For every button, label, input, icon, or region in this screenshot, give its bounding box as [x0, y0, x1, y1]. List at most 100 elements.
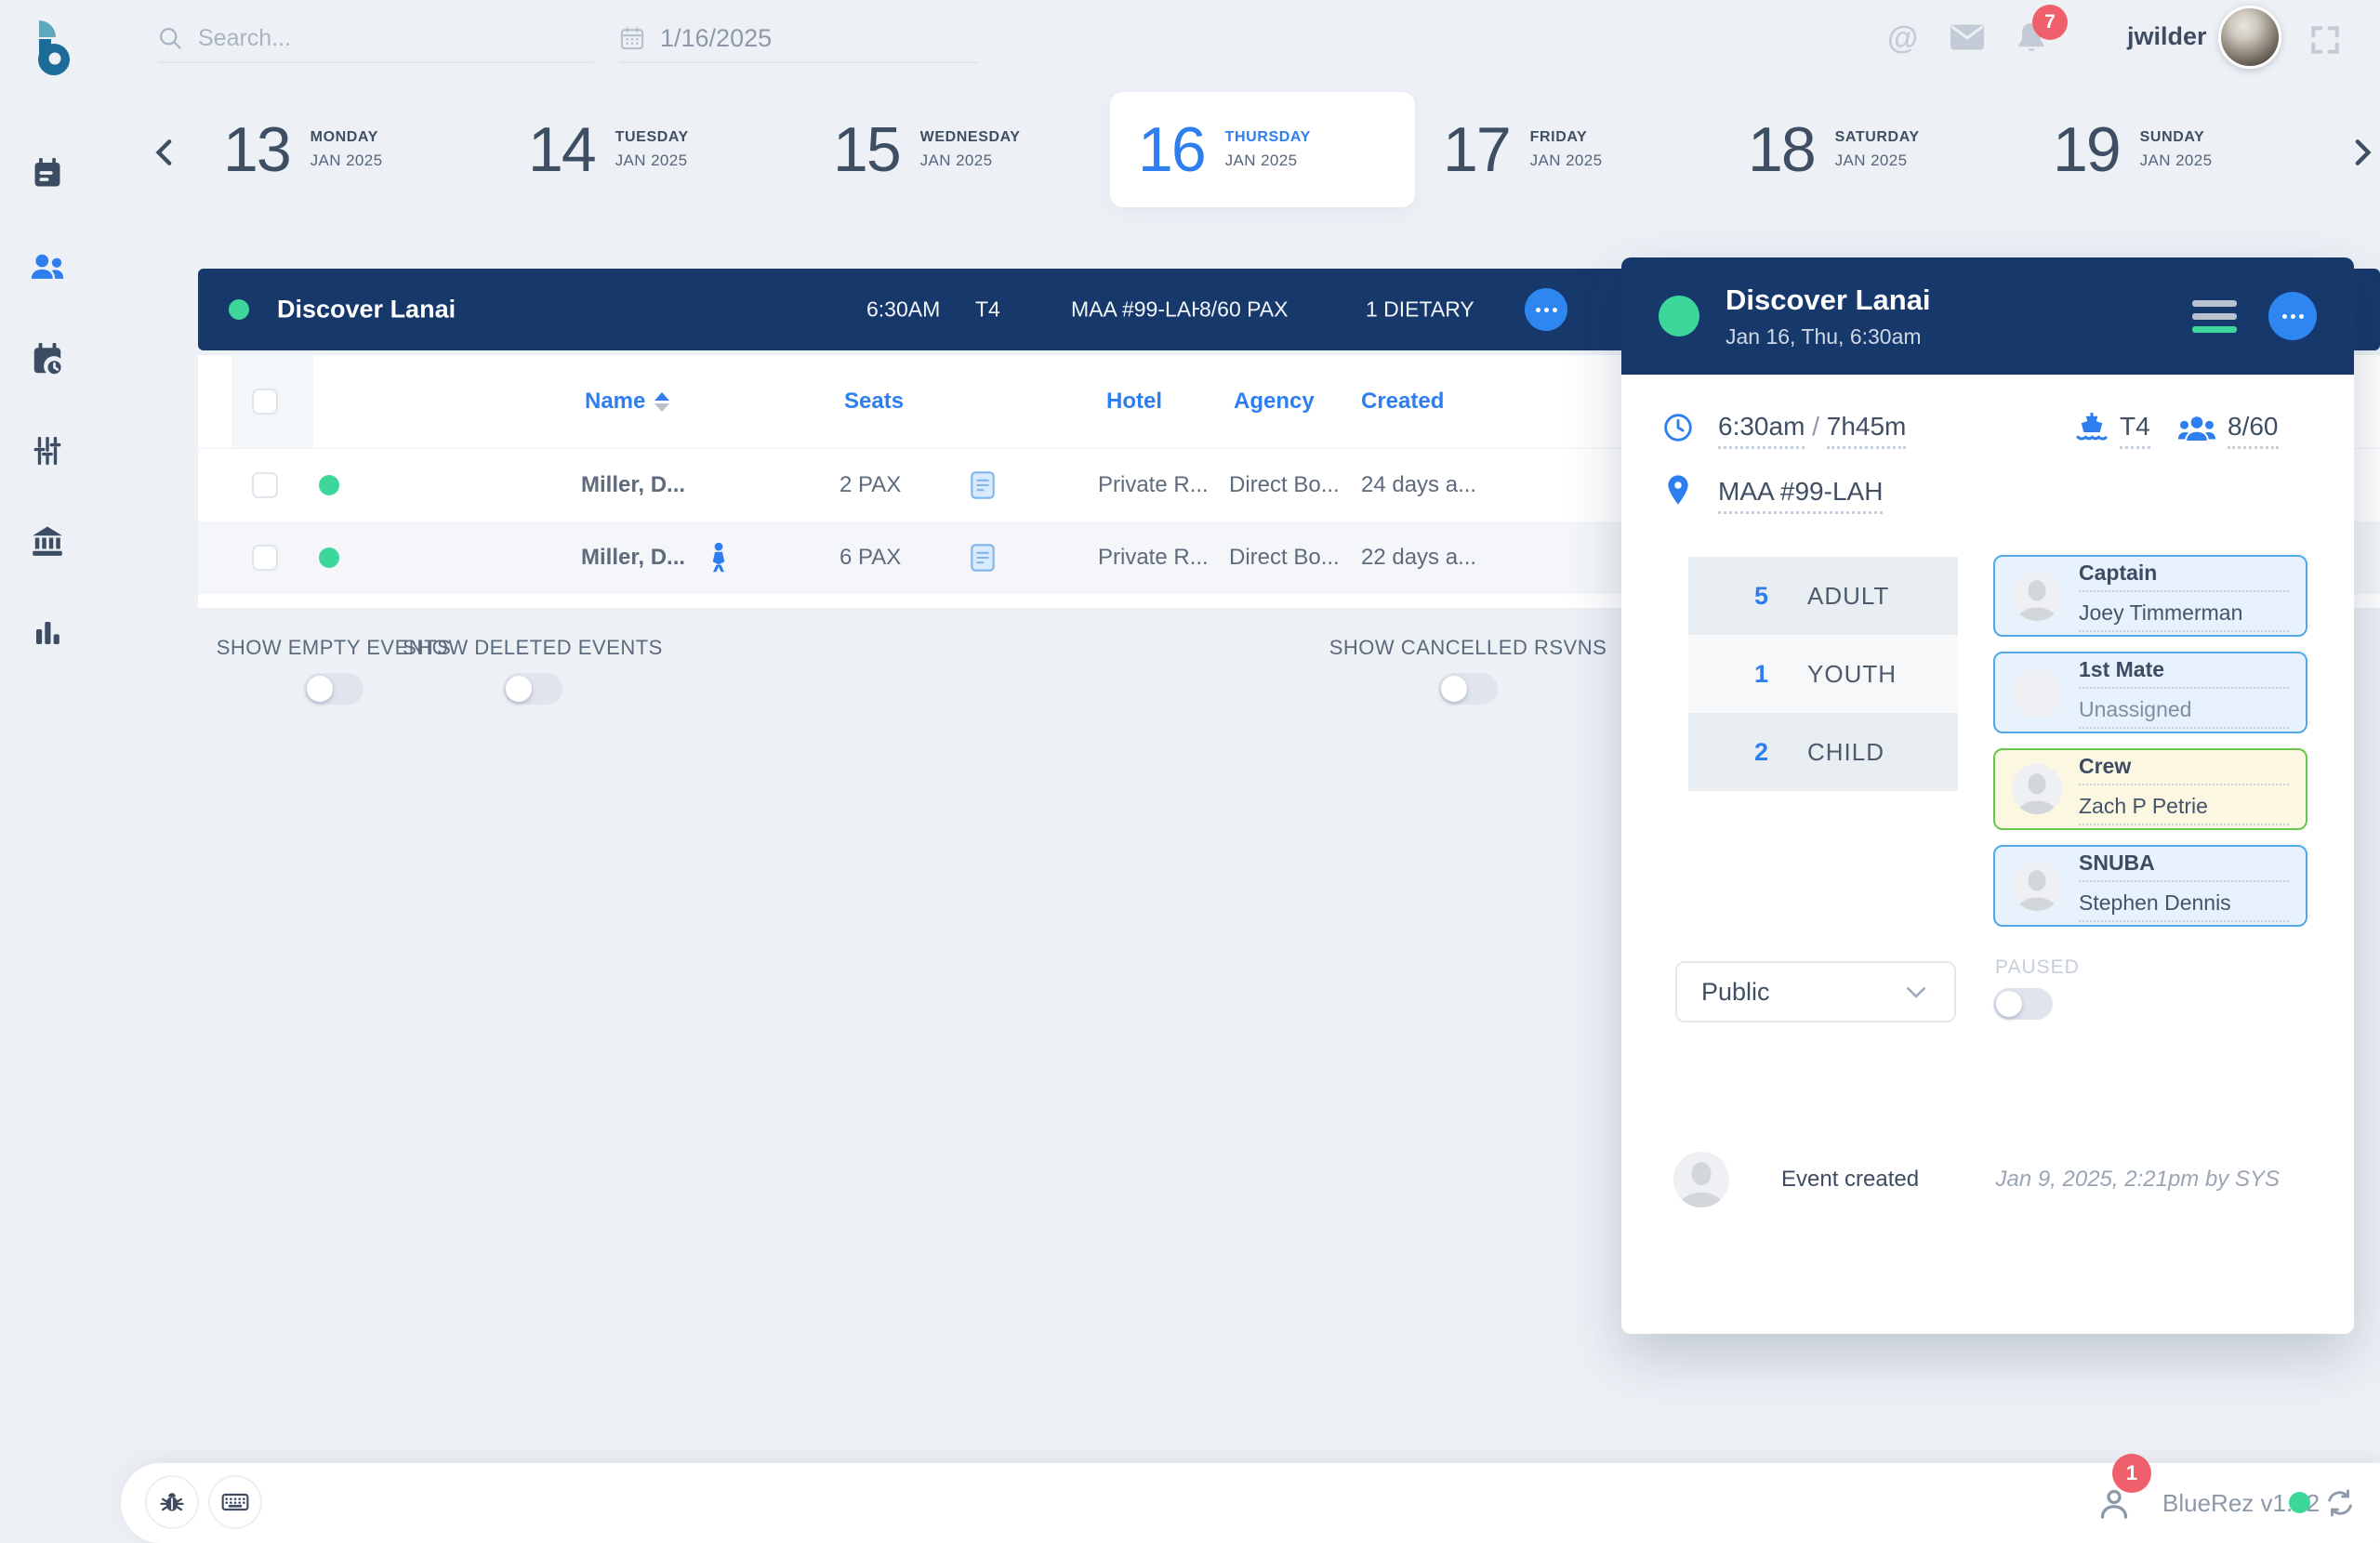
refresh-icon[interactable]: [2324, 1487, 2356, 1519]
crew-role: 1st Mate: [2079, 657, 2289, 689]
date-value: 1/16/2025: [660, 24, 772, 53]
day-cell-19[interactable]: 19 SUNDAY JAN 2025: [2025, 92, 2330, 207]
sidebar-item-guests[interactable]: [28, 247, 67, 286]
row-name[interactable]: Miller, D...: [581, 472, 685, 498]
app-logo[interactable]: [19, 13, 74, 80]
panel-vessel[interactable]: T4: [2120, 412, 2150, 449]
day-cell-13[interactable]: 13 MONDAY JAN 2025: [195, 92, 500, 207]
sort-icon[interactable]: [654, 392, 669, 412]
keyboard-shortcuts-button[interactable]: [208, 1475, 262, 1529]
panel-more-options-button[interactable]: [2268, 292, 2317, 340]
day-weekday: SUNDAY: [2140, 129, 2213, 146]
day-number: 19: [2053, 113, 2120, 186]
crew-role: Captain: [2079, 560, 2289, 592]
menu-icon[interactable]: [2192, 300, 2237, 333]
avatar: [2012, 667, 2062, 718]
row-status-dot: [319, 475, 339, 495]
crew-name: Joey Timmerman: [2079, 600, 2289, 632]
day-cell-17[interactable]: 17 FRIDAY JAN 2025: [1415, 92, 1720, 207]
panel-capacity[interactable]: 8/60: [2228, 412, 2279, 449]
search-icon: [158, 26, 183, 51]
visibility-select[interactable]: Public: [1675, 961, 1956, 1022]
day-monthyear: JAN 2025: [2140, 152, 2213, 170]
calendar-icon: [619, 25, 645, 51]
bug-icon: [158, 1488, 186, 1516]
crew-card-first-mate[interactable]: 1st Mate Unassigned: [1993, 652, 2307, 733]
count-label: YOUTH: [1807, 660, 1897, 689]
event-title: Discover Lanai: [277, 296, 456, 324]
search-input[interactable]: Search...: [158, 15, 593, 63]
avatar-placeholder: [1673, 1152, 1729, 1207]
note-icon[interactable]: [971, 470, 995, 500]
sidebar-item-calendar[interactable]: [28, 154, 67, 193]
sidebar-item-accounting[interactable]: [28, 522, 67, 561]
sidebar-item-schedule[interactable]: [28, 340, 67, 379]
row-name[interactable]: Miller, D...: [581, 545, 685, 571]
mail-icon[interactable]: [1950, 24, 1984, 50]
day-cell-16-selected[interactable]: 16 THURSDAY JAN 2025: [1110, 92, 1415, 207]
count-label: CHILD: [1807, 738, 1884, 767]
username[interactable]: jwilder: [2127, 22, 2207, 51]
at-icon[interactable]: @: [1887, 20, 1918, 57]
fullscreen-icon[interactable]: [2307, 22, 2343, 58]
carousel-prev-button[interactable]: [147, 130, 184, 175]
day-cell-18[interactable]: 18 SATURDAY JAN 2025: [1720, 92, 2025, 207]
chevron-down-icon: [1902, 978, 1930, 1006]
panel-location[interactable]: MAA #99-LAH: [1718, 477, 1883, 514]
event-more-options-button[interactable]: [1525, 288, 1567, 331]
day-monthyear: JAN 2025: [1530, 152, 1603, 170]
column-header-agency[interactable]: Agency: [1234, 389, 1315, 415]
filter-label: SHOW CANCELLED RSVNS: [1329, 636, 1607, 660]
event-location: MAA #99-LAH: [1071, 297, 1207, 323]
user-avatar[interactable]: [2218, 6, 2281, 69]
show-empty-events-toggle[interactable]: [304, 673, 364, 705]
show-deleted-events-toggle[interactable]: [503, 673, 562, 705]
crew-name: Zach P Petrie: [2079, 794, 2289, 825]
day-monthyear: JAN 2025: [1835, 152, 1920, 170]
sidebar-item-reports[interactable]: [28, 613, 67, 653]
row-checkbox[interactable]: [252, 472, 278, 498]
count-value: 1: [1688, 660, 1768, 689]
carousel-next-button[interactable]: [2343, 130, 2380, 175]
avatar-placeholder: [2012, 861, 2062, 911]
row-seats: 6 PAX: [840, 545, 901, 571]
row-checkbox[interactable]: [252, 545, 278, 571]
column-header-seats[interactable]: Seats: [844, 389, 904, 415]
count-label: ADULT: [1807, 582, 1889, 611]
count-row-child[interactable]: 2 CHILD: [1688, 713, 1958, 791]
day-number: 17: [1443, 113, 1510, 186]
event-duration[interactable]: 7h45m: [1827, 412, 1907, 449]
count-row-adult[interactable]: 5 ADULT: [1688, 557, 1958, 635]
count-row-youth[interactable]: 1 YOUTH: [1688, 635, 1958, 713]
history-meta: Jan 9, 2025, 2:21pm by SYS: [1995, 1167, 2280, 1193]
day-cell-15[interactable]: 15 WEDNESDAY JAN 2025: [805, 92, 1110, 207]
column-header-name[interactable]: Name: [585, 389, 669, 415]
visibility-value: Public: [1701, 978, 1770, 1007]
row-hotel: Private R...: [1098, 545, 1209, 571]
column-header-created[interactable]: Created: [1361, 389, 1444, 415]
event-time: 6:30AM: [866, 297, 940, 323]
time-separator: /: [1812, 412, 1819, 441]
logo-fin: [39, 20, 56, 37]
day-weekday: WEDNESDAY: [920, 129, 1021, 146]
sidebar-item-settings[interactable]: [28, 431, 67, 470]
row-created: 24 days a...: [1361, 472, 1476, 498]
day-number: 15: [833, 113, 900, 186]
crew-card-captain[interactable]: Captain Joey Timmerman: [1993, 555, 2307, 637]
bank-icon: [31, 526, 64, 558]
note-icon[interactable]: [971, 543, 995, 573]
date-input[interactable]: 1/16/2025: [619, 15, 978, 63]
show-cancelled-rsvns-toggle[interactable]: [1438, 673, 1498, 705]
clock-icon: [1662, 412, 1694, 443]
bug-report-button[interactable]: [145, 1475, 199, 1529]
paused-toggle[interactable]: [1993, 988, 2053, 1020]
location-pin-icon: [1664, 473, 1692, 507]
column-header-hotel[interactable]: Hotel: [1106, 389, 1162, 415]
row-seats: 2 PAX: [840, 472, 901, 498]
crew-card-crew[interactable]: Crew Zach P Petrie: [1993, 748, 2307, 830]
event-start-time[interactable]: 6:30am: [1718, 412, 1805, 449]
day-monthyear: JAN 2025: [615, 152, 689, 170]
select-all-checkbox[interactable]: [252, 389, 278, 415]
crew-card-snuba[interactable]: SNUBA Stephen Dennis: [1993, 845, 2307, 927]
day-cell-14[interactable]: 14 TUESDAY JAN 2025: [500, 92, 805, 207]
